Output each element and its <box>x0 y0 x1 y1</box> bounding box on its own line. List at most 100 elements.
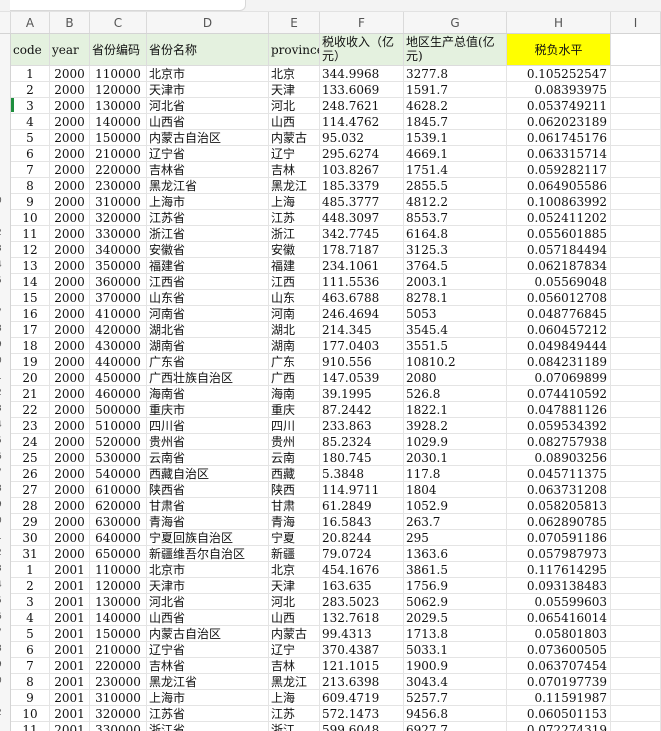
column-header-a[interactable]: A <box>11 12 50 33</box>
cell-i[interactable] <box>611 194 661 210</box>
cell-f[interactable]: 572.1473 <box>320 706 404 722</box>
cell-b[interactable]: 2000 <box>50 274 90 290</box>
cell-d[interactable]: 广西壮族自治区 <box>147 370 269 386</box>
cell-i[interactable] <box>611 418 661 434</box>
cell-c[interactable]: 210000 <box>90 642 147 658</box>
cell-c[interactable]: 630000 <box>90 514 147 530</box>
cell-d[interactable]: 江西省 <box>147 274 269 290</box>
cell-f[interactable]: 234.1061 <box>320 258 404 274</box>
cell-d[interactable]: 青海省 <box>147 514 269 530</box>
cell-e[interactable]: 河北 <box>269 594 320 610</box>
cell-e[interactable]: 黑龙江 <box>269 178 320 194</box>
cell-c[interactable]: 540000 <box>90 466 147 482</box>
cell-h[interactable]: 0.082757938 <box>507 434 611 450</box>
row-number[interactable]: 5 <box>0 596 10 606</box>
cell-f[interactable]: 87.2442 <box>320 402 404 418</box>
cell-a[interactable]: 2 <box>11 82 50 98</box>
cell-i[interactable] <box>611 242 661 258</box>
cell-g[interactable]: 1052.9 <box>404 498 507 514</box>
cell-a[interactable]: 11 <box>11 226 50 242</box>
cell-c[interactable]: 220000 <box>90 658 147 674</box>
cell-e[interactable]: 宁夏 <box>269 530 320 546</box>
cell-h[interactable]: 0.045711375 <box>507 466 611 482</box>
cell-c[interactable]: 650000 <box>90 546 147 562</box>
cell-a[interactable]: 20 <box>11 370 50 386</box>
cell-a[interactable]: 19 <box>11 354 50 370</box>
cell-f[interactable]: 295.6274 <box>320 146 404 162</box>
cell-f[interactable]: 39.1995 <box>320 386 404 402</box>
cell-h[interactable]: 0.060501153 <box>507 706 611 722</box>
cell-b[interactable]: 2000 <box>50 98 90 114</box>
cell-d[interactable]: 西藏自治区 <box>147 466 269 482</box>
cell-e[interactable]: 天津 <box>269 82 320 98</box>
cell-a[interactable]: 10 <box>11 706 50 722</box>
cell-c[interactable]: 620000 <box>90 498 147 514</box>
cell-b[interactable]: 2000 <box>50 498 90 514</box>
cell-h[interactable]: 0.057987973 <box>507 546 611 562</box>
cell-f[interactable]: 163.635 <box>320 578 404 594</box>
cell-h[interactable]: 0.052411202 <box>507 210 611 226</box>
cell-a[interactable]: 30 <box>11 530 50 546</box>
cell-e[interactable]: 广东 <box>269 354 320 370</box>
cell-i[interactable] <box>611 338 661 354</box>
cell-b[interactable]: 2000 <box>50 178 90 194</box>
cell-h[interactable]: 0.064905586 <box>507 178 611 194</box>
cell-d[interactable]: 江苏省 <box>147 210 269 226</box>
cell-e[interactable]: 四川 <box>269 418 320 434</box>
header-cell-c[interactable]: 省份编码 <box>90 34 147 66</box>
cell-d[interactable]: 贵州省 <box>147 434 269 450</box>
cell-c[interactable]: 310000 <box>90 194 147 210</box>
cell-g[interactable]: 3277.8 <box>404 66 507 82</box>
cell-f[interactable]: 133.6069 <box>320 82 404 98</box>
cell-d[interactable]: 河北省 <box>147 594 269 610</box>
cell-b[interactable]: 2000 <box>50 322 90 338</box>
column-header-b[interactable]: B <box>50 12 90 33</box>
cell-h[interactable]: 0.059534392 <box>507 418 611 434</box>
cell-g[interactable]: 3861.5 <box>404 562 507 578</box>
cell-a[interactable]: 9 <box>11 690 50 706</box>
cell-e[interactable]: 山东 <box>269 290 320 306</box>
row-number[interactable]: 2 <box>0 228 10 238</box>
cell-d[interactable]: 湖北省 <box>147 322 269 338</box>
cell-g[interactable]: 295 <box>404 530 507 546</box>
cell-g[interactable]: 1029.9 <box>404 434 507 450</box>
cell-d[interactable]: 黑龙江省 <box>147 674 269 690</box>
cell-e[interactable]: 江苏 <box>269 210 320 226</box>
cell-c[interactable]: 410000 <box>90 306 147 322</box>
cell-f[interactable]: 61.2849 <box>320 498 404 514</box>
cell-c[interactable]: 110000 <box>90 66 147 82</box>
column-header-c[interactable]: C <box>90 12 147 33</box>
cell-d[interactable]: 北京市 <box>147 66 269 82</box>
cell-h[interactable]: 0.070197739 <box>507 674 611 690</box>
cell-b[interactable]: 2001 <box>50 722 90 731</box>
cell-b[interactable]: 2000 <box>50 482 90 498</box>
cell-c[interactable]: 330000 <box>90 722 147 731</box>
cell-c[interactable]: 310000 <box>90 690 147 706</box>
cell-h[interactable]: 0.093138483 <box>507 578 611 594</box>
cell-e[interactable]: 辽宁 <box>269 642 320 658</box>
cell-i[interactable] <box>611 546 661 562</box>
row-number[interactable]: 4 <box>0 260 10 270</box>
cell-f[interactable]: 609.4719 <box>320 690 404 706</box>
header-cell-i[interactable] <box>611 34 661 66</box>
cell-h[interactable]: 0.062187834 <box>507 258 611 274</box>
cell-e[interactable]: 上海 <box>269 194 320 210</box>
cell-a[interactable]: 1 <box>11 562 50 578</box>
cell-b[interactable]: 2001 <box>50 594 90 610</box>
cell-f[interactable]: 233.863 <box>320 418 404 434</box>
cell-h[interactable]: 0.074410592 <box>507 386 611 402</box>
cell-g[interactable]: 526.8 <box>404 386 507 402</box>
cell-b[interactable]: 2001 <box>50 626 90 642</box>
cell-g[interactable]: 4628.2 <box>404 98 507 114</box>
cell-g[interactable]: 1713.8 <box>404 626 507 642</box>
cell-i[interactable] <box>611 610 661 626</box>
cell-c[interactable]: 360000 <box>90 274 147 290</box>
cell-d[interactable]: 海南省 <box>147 386 269 402</box>
cell-h[interactable]: 0.060457212 <box>507 322 611 338</box>
cell-d[interactable]: 福建省 <box>147 258 269 274</box>
cell-b[interactable]: 2001 <box>50 562 90 578</box>
cell-a[interactable]: 24 <box>11 434 50 450</box>
cell-i[interactable] <box>611 130 661 146</box>
cell-d[interactable]: 吉林省 <box>147 162 269 178</box>
cell-a[interactable]: 3 <box>11 594 50 610</box>
